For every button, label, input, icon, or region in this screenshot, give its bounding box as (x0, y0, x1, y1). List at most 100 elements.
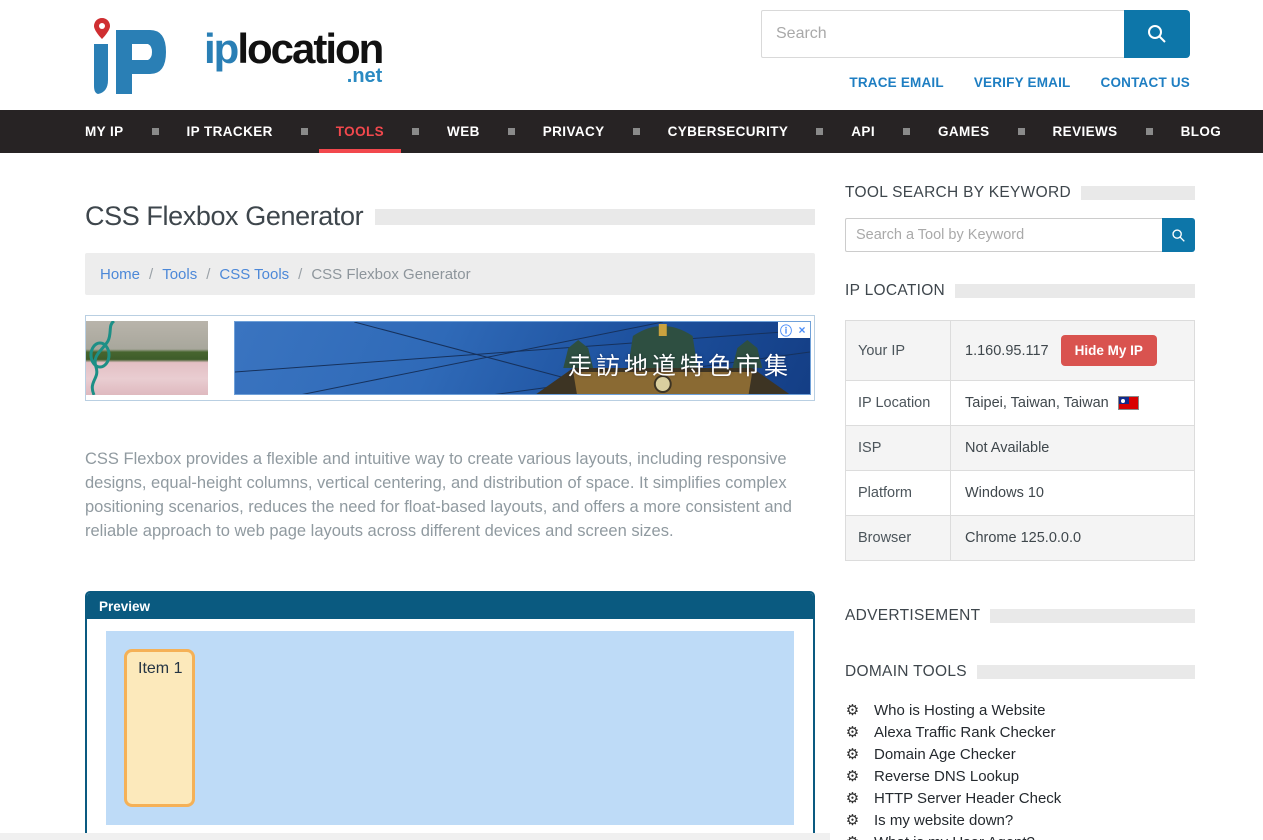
domain-tool-link[interactable]: What is my User Agent? (874, 834, 1035, 840)
page-title: CSS Flexbox Generator (85, 201, 363, 232)
adchoices-info-icon[interactable]: ⓘ (778, 322, 794, 338)
tool-search-heading: TOOL SEARCH BY KEYWORD (845, 184, 1071, 202)
nav-divider (903, 128, 910, 135)
breadcrumb-home-link[interactable]: Home (100, 266, 140, 283)
tool-search (845, 218, 1195, 252)
breadcrumb-separator: / (298, 266, 302, 283)
isp-value: Not Available (951, 426, 1194, 470)
row-label: Browser (846, 516, 951, 560)
content: CSS Flexbox Generator Home / Tools / CSS… (0, 153, 1263, 840)
domain-tool-link[interactable]: Domain Age Checker (874, 746, 1016, 763)
table-row: Your IP 1.160.95.117 Hide My IP (846, 321, 1194, 381)
domain-tools-heading: DOMAIN TOOLS (845, 663, 967, 681)
site-logo[interactable]: iplocation .net (78, 10, 382, 110)
row-label: Your IP (846, 321, 951, 380)
breadcrumb: Home / Tools / CSS Tools / CSS Flexbox G… (85, 253, 815, 295)
ad-overlay-text: 走訪地道特色市集 (568, 346, 792, 381)
preview-panel: Preview Item 1 (85, 591, 815, 840)
list-item[interactable]: ⚙ Reverse DNS Lookup (845, 765, 1195, 787)
domain-tool-link[interactable]: Alexa Traffic Rank Checker (874, 724, 1055, 741)
domain-tools-list: ⚙ Who is Hosting a Website ⚙ Alexa Traff… (845, 699, 1195, 840)
nav-item-blog[interactable]: BLOG (1164, 110, 1239, 153)
nav-item-api[interactable]: API (834, 110, 892, 153)
heading-decoration-bar (1081, 186, 1195, 200)
nav-item-games[interactable]: GAMES (921, 110, 1007, 153)
tool-description: CSS Flexbox provides a flexible and intu… (85, 447, 805, 543)
breadcrumb-css-tools-link[interactable]: CSS Tools (219, 266, 289, 283)
heading-decoration-bar (990, 609, 1195, 623)
gear-icon: ⚙ (845, 835, 860, 840)
site-search-button[interactable] (1124, 10, 1190, 58)
nav-divider (508, 128, 515, 135)
ip-location-table: Your IP 1.160.95.117 Hide My IP IP Locat… (845, 320, 1195, 561)
domain-tool-link[interactable]: HTTP Server Header Check (874, 790, 1061, 807)
breadcrumb-separator: / (206, 266, 210, 283)
nav-item-web[interactable]: WEB (430, 110, 497, 153)
table-row: Browser Chrome 125.0.0.0 (846, 516, 1194, 560)
logo-ip-text: ip (204, 25, 237, 72)
header-right: TRACE EMAIL VERIFY EMAIL CONTACT US (761, 0, 1190, 110)
gear-icon: ⚙ (845, 703, 860, 718)
footer-strip (0, 833, 830, 840)
title-decoration-bar (375, 209, 815, 225)
search-icon (1171, 228, 1186, 243)
ad-gap (208, 316, 234, 400)
list-item[interactable]: ⚙ Is my website down? (845, 809, 1195, 831)
nav-item-cybersecurity[interactable]: CYBERSECURITY (651, 110, 806, 153)
gear-icon: ⚙ (845, 747, 860, 762)
site-search (761, 10, 1190, 58)
site-header: iplocation .net TRACE EMAIL VERIFY EMAIL… (0, 0, 1263, 110)
preview-panel-header: Preview (87, 593, 813, 619)
tool-search-input[interactable] (845, 218, 1162, 252)
verify-email-link[interactable]: VERIFY EMAIL (974, 75, 1071, 90)
domain-tool-link[interactable]: Is my website down? (874, 812, 1013, 829)
flexbox-preview-item-1: Item 1 (124, 649, 195, 807)
browser-value: Chrome 125.0.0.0 (951, 516, 1194, 560)
row-label: ISP (846, 426, 951, 470)
domain-tool-link[interactable]: Who is Hosting a Website (874, 702, 1045, 719)
main-column: CSS Flexbox Generator Home / Tools / CSS… (85, 153, 815, 840)
nav-divider (1146, 128, 1153, 135)
ip-location-heading: IP LOCATION (845, 282, 945, 300)
table-row: ISP Not Available (846, 426, 1194, 471)
taiwan-flag-icon (1118, 396, 1139, 410)
nav-divider (633, 128, 640, 135)
nav-item-ip-tracker[interactable]: IP TRACKER (170, 110, 290, 153)
gear-icon: ⚙ (845, 725, 860, 740)
site-search-input[interactable] (761, 10, 1124, 58)
ip-location-value: Taipei, Taiwan, Taiwan (965, 395, 1109, 411)
table-row: IP Location Taipei, Taiwan, Taiwan (846, 381, 1194, 426)
hide-my-ip-button[interactable]: Hide My IP (1061, 335, 1157, 366)
platform-value: Windows 10 (951, 471, 1194, 515)
row-label: IP Location (846, 381, 951, 425)
header-links: TRACE EMAIL VERIFY EMAIL CONTACT US (849, 75, 1190, 90)
ad-close-icon[interactable]: × (794, 322, 810, 338)
nav-item-tools[interactable]: TOOLS (319, 110, 401, 153)
list-item[interactable]: ⚙ Who is Hosting a Website (845, 699, 1195, 721)
heading-decoration-bar (955, 284, 1195, 298)
nav-divider (816, 128, 823, 135)
your-ip-value: 1.160.95.117 (965, 343, 1049, 359)
ad-left-image (86, 321, 208, 395)
list-item[interactable]: ⚙ What is my User Agent? (845, 831, 1195, 840)
tool-search-button[interactable] (1162, 218, 1195, 252)
trace-email-link[interactable]: TRACE EMAIL (849, 75, 943, 90)
advertisement-heading: ADVERTISEMENT (845, 607, 980, 625)
nav-divider (301, 128, 308, 135)
nav-item-privacy[interactable]: PRIVACY (526, 110, 622, 153)
list-item[interactable]: ⚙ HTTP Server Header Check (845, 787, 1195, 809)
contact-us-link[interactable]: CONTACT US (1101, 75, 1191, 90)
nav-item-my-ip[interactable]: MY IP (85, 110, 141, 153)
preview-panel-body: Item 1 (87, 619, 813, 837)
domain-tool-link[interactable]: Reverse DNS Lookup (874, 768, 1019, 785)
list-item[interactable]: ⚙ Domain Age Checker (845, 743, 1195, 765)
breadcrumb-tools-link[interactable]: Tools (162, 266, 197, 283)
breadcrumb-separator: / (149, 266, 153, 283)
logo-mark-icon (78, 10, 198, 100)
row-label: Platform (846, 471, 951, 515)
list-item[interactable]: ⚙ Alexa Traffic Rank Checker (845, 721, 1195, 743)
logo-wordmark: iplocation .net (204, 28, 382, 86)
ad-banner[interactable]: 走訪地道特色市集 ⓘ × (85, 315, 815, 401)
main-nav: MY IP IP TRACKER TOOLS WEB PRIVACY CYBER… (0, 110, 1263, 153)
nav-item-reviews[interactable]: REVIEWS (1036, 110, 1135, 153)
